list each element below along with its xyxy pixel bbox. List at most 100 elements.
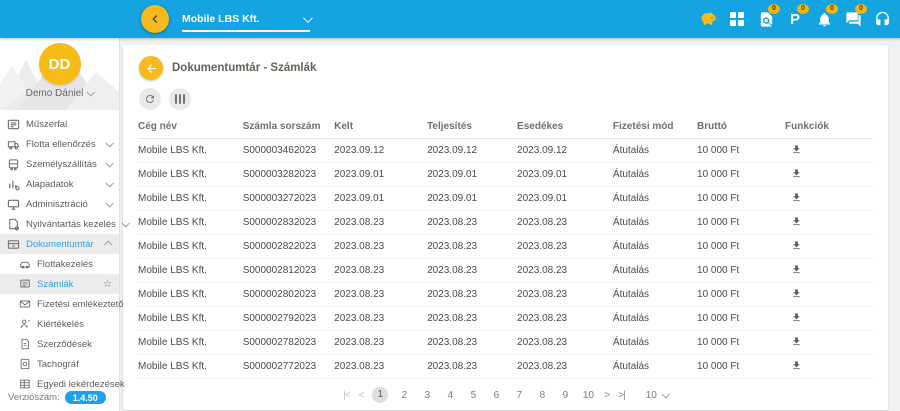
page-button[interactable]: 9 — [558, 390, 572, 401]
download-button[interactable] — [785, 240, 802, 251]
column-header[interactable]: Esedékes — [517, 116, 613, 139]
page-button-current[interactable]: 1 — [372, 387, 388, 403]
cell-issued-date: 2023.08.23 — [334, 307, 427, 331]
sidebar-item-flotta-ellenorzes[interactable]: Flotta ellenőrzés — [0, 134, 119, 154]
cell-functions — [785, 331, 873, 355]
next-page-button[interactable]: > — [604, 390, 609, 401]
cell-fulfilled-date: 2023.08.23 — [427, 283, 517, 307]
document-search-button[interactable]: 0 — [754, 0, 778, 38]
cell-due-date: 2023.09.01 — [517, 187, 613, 211]
download-button[interactable] — [785, 168, 802, 179]
sidebar-item-flottakezeles[interactable]: Flottakezelés — [0, 254, 119, 274]
sidebar-item-label: Alapadatok — [26, 179, 74, 190]
cell-invoice-number: S000002802023 — [243, 283, 334, 307]
column-header[interactable]: Bruttó — [697, 116, 785, 139]
parking-button[interactable]: P 0 — [783, 0, 807, 38]
cell-company: Mobile LBS Kft. — [138, 211, 243, 235]
sidebar-item-szemelyszallitas[interactable]: Személyszállítás — [0, 154, 119, 174]
page-button[interactable]: 10 — [581, 390, 595, 401]
column-header[interactable]: Fizetési mód — [613, 116, 697, 139]
favorite-star-icon[interactable]: ☆ — [103, 279, 112, 290]
invoices-table: Cég névSzámla sorszámKeltTeljesítésEsedé… — [138, 116, 873, 379]
cell-invoice-number: S000002782023 — [243, 331, 334, 355]
apps-grid-button[interactable] — [725, 0, 749, 38]
evaluation-person-icon — [18, 318, 31, 331]
download-button[interactable] — [785, 264, 802, 275]
download-button[interactable] — [785, 360, 802, 371]
cell-gross: 10 000 Ft — [697, 355, 785, 379]
column-header[interactable]: Kelt — [334, 116, 427, 139]
cell-gross: 10 000 Ft — [697, 235, 785, 259]
sidebar-item-dokumentumtar[interactable]: Dokumentumtár — [0, 234, 119, 254]
cell-invoice-number: S000002832023 — [243, 211, 334, 235]
notifications-button[interactable]: 0 — [812, 0, 836, 38]
cell-gross: 10 000 Ft — [697, 283, 785, 307]
column-header[interactable]: Teljesítés — [427, 116, 517, 139]
cell-invoice-number: S000002812023 — [243, 259, 334, 283]
cell-invoice-number: S000002772023 — [243, 355, 334, 379]
cell-payment-method: Átutalás — [613, 283, 697, 307]
first-page-button[interactable]: |< — [343, 390, 349, 401]
cell-issued-date: 2023.08.23 — [334, 355, 427, 379]
piggy-bank-button[interactable] — [696, 0, 720, 38]
chevron-down-icon — [87, 88, 95, 96]
sidebar-item-nyilvantartas-kezeles[interactable]: Nyilvántartás kezelés — [0, 214, 119, 234]
sidebar-item-muszerfal[interactable]: Műszerfal — [0, 114, 119, 134]
download-button[interactable] — [785, 216, 802, 227]
cell-payment-method: Átutalás — [613, 355, 697, 379]
table-header-row: Cég névSzámla sorszámKeltTeljesítésEsedé… — [138, 116, 873, 139]
avatar[interactable]: DD — [39, 43, 81, 85]
contract-icon — [18, 338, 31, 351]
download-button[interactable] — [785, 312, 802, 323]
page-button[interactable]: 3 — [420, 390, 434, 401]
page-button[interactable]: 8 — [535, 390, 549, 401]
messages-button[interactable]: 0 — [841, 0, 865, 38]
download-button[interactable] — [785, 192, 802, 203]
table-row: Mobile LBS Kft. S000002772023 2023.08.23… — [138, 355, 873, 379]
columns-button[interactable] — [169, 88, 191, 110]
data-bars-icon — [7, 178, 20, 191]
column-header[interactable]: Cég név — [138, 116, 243, 139]
page-size-select[interactable]: 10 — [646, 390, 668, 401]
cell-fulfilled-date: 2023.08.23 — [427, 307, 517, 331]
sidebar-item-kiertekeles[interactable]: Kiértékelés — [0, 314, 119, 334]
cell-issued-date: 2023.08.23 — [334, 331, 427, 355]
cell-due-date: 2023.08.23 — [517, 307, 613, 331]
download-button[interactable] — [785, 336, 802, 347]
refresh-button[interactable] — [139, 88, 161, 110]
support-button[interactable] — [870, 0, 894, 38]
download-button[interactable] — [785, 288, 802, 299]
sidebar-item-label: Kiértékelés — [37, 319, 84, 330]
sidebar-item-alapadatok[interactable]: Alapadatok — [0, 174, 119, 194]
download-button[interactable] — [785, 144, 802, 155]
page-button[interactable]: 5 — [466, 390, 480, 401]
badge-count: 0 — [826, 4, 838, 14]
sidebar-item-szamlak[interactable]: Számlák ☆ — [0, 274, 119, 294]
page-button[interactable]: 4 — [443, 390, 457, 401]
sidebar-item-label: Személyszállítás — [26, 159, 97, 170]
file-gear-icon — [7, 218, 20, 231]
page-button[interactable]: 7 — [512, 390, 526, 401]
company-select-value: Mobile LBS Kft. — [182, 13, 260, 25]
sidebar-item-fizetesi-emlekezteto[interactable]: Fizetési emlékeztető — [0, 294, 119, 314]
sidebar-item-adminisztracio[interactable]: Adminisztráció — [0, 194, 119, 214]
cell-issued-date: 2023.08.23 — [334, 235, 427, 259]
prev-page-button[interactable]: < — [359, 390, 364, 401]
cell-issued-date: 2023.08.23 — [334, 283, 427, 307]
sidebar-item-tachograf[interactable]: Tachográf — [0, 354, 119, 374]
column-header[interactable]: Számla sorszám — [243, 116, 334, 139]
page-size-value: 10 — [646, 390, 657, 401]
column-header[interactable]: Funkciók — [785, 116, 873, 139]
page-button[interactable]: 6 — [489, 390, 503, 401]
refresh-icon — [144, 93, 156, 105]
piggy-bank-icon — [698, 9, 719, 30]
last-page-button[interactable]: >| — [618, 390, 624, 401]
company-select[interactable]: Mobile LBS Kft. — [182, 8, 310, 32]
sidebar-item-szerzodesek[interactable]: Szerződések — [0, 334, 119, 354]
cell-functions — [785, 259, 873, 283]
collapse-sidebar-button[interactable] — [141, 5, 169, 33]
back-button[interactable] — [139, 56, 163, 80]
cell-functions — [785, 355, 873, 379]
page-button[interactable]: 2 — [397, 390, 411, 401]
user-menu[interactable]: Demo Dániel — [0, 88, 119, 99]
